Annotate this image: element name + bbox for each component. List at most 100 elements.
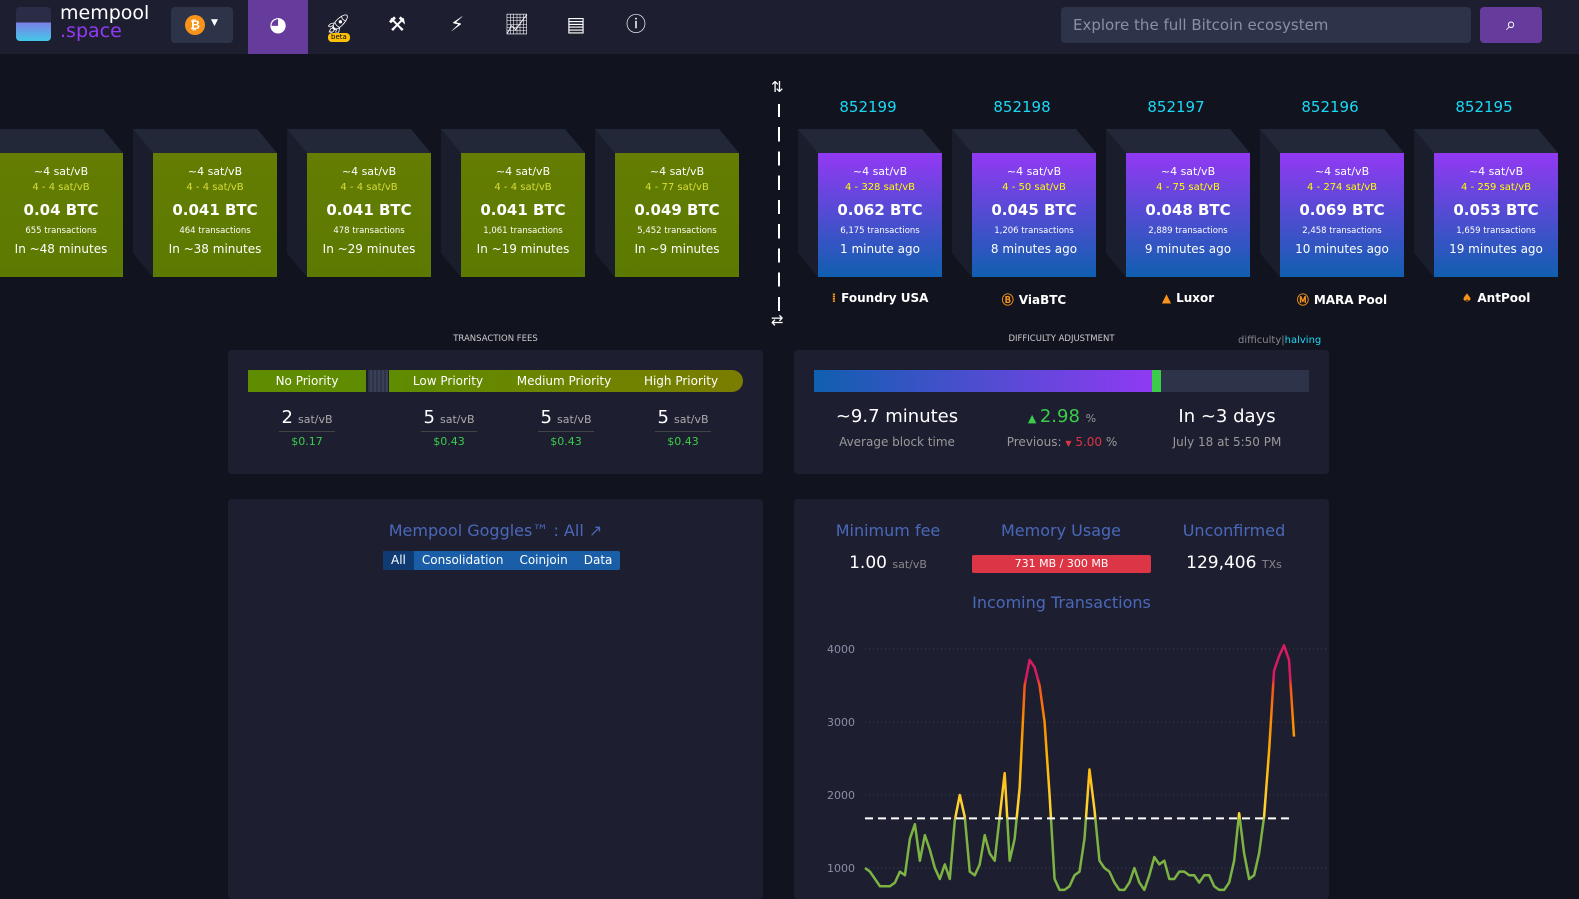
- search-input[interactable]: [1061, 7, 1471, 43]
- fee-rate: 2: [281, 407, 292, 428]
- block-height-link[interactable]: 852196: [1268, 98, 1392, 116]
- nav-mining[interactable]: ⚒: [367, 0, 427, 54]
- mempool-block[interactable]: ~4 sat/vB4 - 4 sat/vB0.041 BTC1,061 tran…: [441, 129, 585, 277]
- tx-count: 2,889 transactions: [1126, 226, 1250, 236]
- tab-consolidation[interactable]: Consolidation: [414, 551, 512, 570]
- block-face: ~4 sat/vB4 - 4 sat/vB0.041 BTC1,061 tran…: [461, 153, 585, 277]
- mined-block[interactable]: ~4 sat/vB4 - 75 sat/vB0.048 BTC2,889 tra…: [1106, 129, 1250, 277]
- tab-all[interactable]: All: [383, 551, 414, 570]
- logo-icon[interactable]: [16, 7, 51, 41]
- block-height-link[interactable]: 852197: [1114, 98, 1238, 116]
- block-face: ~4 sat/vB4 - 259 sat/vB0.053 BTC1,659 tr…: [1434, 153, 1558, 277]
- fee-unit: sat/vB: [674, 413, 709, 426]
- caret-down-icon: ▼: [211, 18, 218, 28]
- fee-range: 4 - 274 sat/vB: [1280, 182, 1404, 193]
- mined-block[interactable]: ~4 sat/vB4 - 50 sat/vB0.045 BTC1,206 tra…: [952, 129, 1096, 277]
- mining-pool[interactable]: ♠AntPool: [1434, 291, 1558, 305]
- fee-range: 4 - 328 sat/vB: [818, 182, 942, 193]
- total-fees: 0.045 BTC: [972, 201, 1096, 219]
- total-fees: 0.041 BTC: [307, 201, 431, 219]
- tab-data[interactable]: Data: [576, 551, 621, 570]
- mempool-block[interactable]: ~4 sat/vB4 - 77 sat/vB0.049 BTC5,452 tra…: [595, 129, 739, 277]
- mempool-stats-panel: Minimum fee Memory Usage Unconfirmed 1.0…: [794, 499, 1329, 899]
- nav-about[interactable]: ⓘ: [606, 0, 666, 54]
- tx-count: 1,659 transactions: [1434, 226, 1558, 236]
- mempool-block[interactable]: ~4 sat/vB4 - 4 sat/vB0.04 BTC655 transac…: [0, 129, 123, 277]
- fee-usd: $0.43: [421, 431, 477, 448]
- sort-arrows-icon[interactable]: ⇅: [771, 78, 784, 96]
- mining-pool[interactable]: ⓂMARA Pool: [1280, 291, 1404, 308]
- block-height-link[interactable]: 852195: [1422, 98, 1546, 116]
- mining-pool[interactable]: ⒷViaBTC: [972, 291, 1096, 308]
- block-eta: In ~9 minutes: [615, 242, 739, 256]
- total-fees: 0.049 BTC: [615, 201, 739, 219]
- swap-arrows-icon[interactable]: ⇄: [771, 311, 784, 329]
- mining-pool[interactable]: ▲ Luxor: [1126, 291, 1250, 305]
- previous-pct: %: [1106, 435, 1117, 449]
- pool-name: MARA Pool: [1314, 293, 1387, 307]
- y-tick-label: 1000: [827, 862, 855, 875]
- difficulty-eta: In ~3 days July 18 at 5:50 PM: [1142, 406, 1312, 449]
- fee-estimate: 5 sat/vB$0.43: [643, 407, 723, 448]
- fee-priority-bar: No Priority Low Priority Medium Priority…: [248, 370, 743, 392]
- block-age: 10 minutes ago: [1280, 242, 1404, 256]
- toggle-difficulty[interactable]: difficulty: [1238, 335, 1281, 346]
- pool-name: Luxor: [1176, 291, 1214, 305]
- fee-estimate: 5 sat/vB$0.43: [526, 407, 606, 448]
- mined-block[interactable]: ~4 sat/vB4 - 274 sat/vB0.069 BTC2,458 tr…: [1260, 129, 1404, 277]
- logo-text[interactable]: mempool.space: [60, 4, 149, 40]
- tx-count: 478 transactions: [307, 226, 431, 236]
- mempool-block[interactable]: ~4 sat/vB4 - 4 sat/vB0.041 BTC464 transa…: [133, 129, 277, 277]
- block-height-link[interactable]: 852199: [806, 98, 930, 116]
- high-priority-label: High Priority: [631, 370, 731, 392]
- nav-graphs[interactable]: 📈︎: [487, 0, 547, 54]
- total-fees: 0.04 BTC: [0, 201, 123, 219]
- header: mempool.space ₿▼ ◕ 🚀︎beta ⚒ ⚡︎ 📈︎ ▤ ⓘ ⌕: [0, 0, 1579, 54]
- mining-pool[interactable]: ⁞Foundry USA: [818, 291, 942, 305]
- network-selector[interactable]: ₿▼: [171, 7, 233, 43]
- mempool-block[interactable]: ~4 sat/vB4 - 4 sat/vB0.041 BTC478 transa…: [287, 129, 431, 277]
- goggles-title[interactable]: Mempool Goggles™ : All ↗: [228, 521, 763, 540]
- toggle-halving[interactable]: halving: [1285, 335, 1322, 346]
- block-face: ~4 sat/vB4 - 4 sat/vB0.04 BTC655 transac…: [0, 153, 123, 277]
- block-face: ~4 sat/vB4 - 274 sat/vB0.069 BTC2,458 tr…: [1280, 153, 1404, 277]
- search-button[interactable]: ⌕: [1480, 7, 1542, 43]
- block-face: ~4 sat/vB4 - 4 sat/vB0.041 BTC464 transa…: [153, 153, 277, 277]
- block-face: ~4 sat/vB4 - 4 sat/vB0.041 BTC478 transa…: [307, 153, 431, 277]
- block-face: ~4 sat/vB4 - 328 sat/vB0.062 BTC6,175 tr…: [818, 153, 942, 277]
- pool-logo-icon: ▲: [1162, 291, 1171, 305]
- median-fee: ~4 sat/vB: [615, 165, 739, 178]
- y-tick-label: 2000: [827, 789, 855, 802]
- pool-logo-icon: ⁞: [832, 291, 837, 305]
- eta-value: In ~3 days: [1142, 406, 1312, 427]
- goggles-panel: Mempool Goggles™ : All ↗ All Consolidati…: [228, 499, 763, 899]
- previous-label: Previous:: [1007, 435, 1062, 449]
- total-fees: 0.041 BTC: [153, 201, 277, 219]
- block-height-link[interactable]: 852198: [960, 98, 1084, 116]
- mined-block[interactable]: ~4 sat/vB4 - 259 sat/vB0.053 BTC1,659 tr…: [1414, 129, 1558, 277]
- mined-block[interactable]: ~4 sat/vB4 - 328 sat/vB0.062 BTC6,175 tr…: [798, 129, 942, 277]
- nav-accelerator[interactable]: 🚀︎beta: [308, 0, 368, 54]
- nav-dashboard[interactable]: ◕: [248, 0, 308, 54]
- fee-estimate: 5 sat/vB$0.43: [409, 407, 489, 448]
- fee-unit: sat/vB: [557, 413, 592, 426]
- bitcoin-icon: ₿: [185, 15, 205, 35]
- difficulty-current-marker: [1152, 370, 1161, 392]
- lightning-icon: ⚡︎: [450, 12, 464, 36]
- pool-name: ViaBTC: [1019, 293, 1066, 307]
- nav-lightning[interactable]: ⚡︎: [427, 0, 487, 54]
- fee-rate: 5: [657, 407, 668, 428]
- book-icon: ▤: [567, 12, 586, 36]
- avg-time-label: Average block time: [812, 435, 982, 449]
- tab-coinjoin[interactable]: Coinjoin: [511, 551, 575, 570]
- pool-name: AntPool: [1477, 291, 1530, 305]
- nav-docs[interactable]: ▤: [546, 0, 606, 54]
- hammer-icon: ⚒: [388, 12, 406, 36]
- fee-range: 4 - 75 sat/vB: [1126, 182, 1250, 193]
- fee-range: 4 - 50 sat/vB: [972, 182, 1096, 193]
- fee-range: 4 - 77 sat/vB: [615, 182, 739, 193]
- total-fees: 0.041 BTC: [461, 201, 585, 219]
- eta-date: July 18 at 5:50 PM: [1142, 435, 1312, 449]
- tx-count: 2,458 transactions: [1280, 226, 1404, 236]
- difficulty-halving-toggle[interactable]: difficulty|halving: [1238, 335, 1321, 346]
